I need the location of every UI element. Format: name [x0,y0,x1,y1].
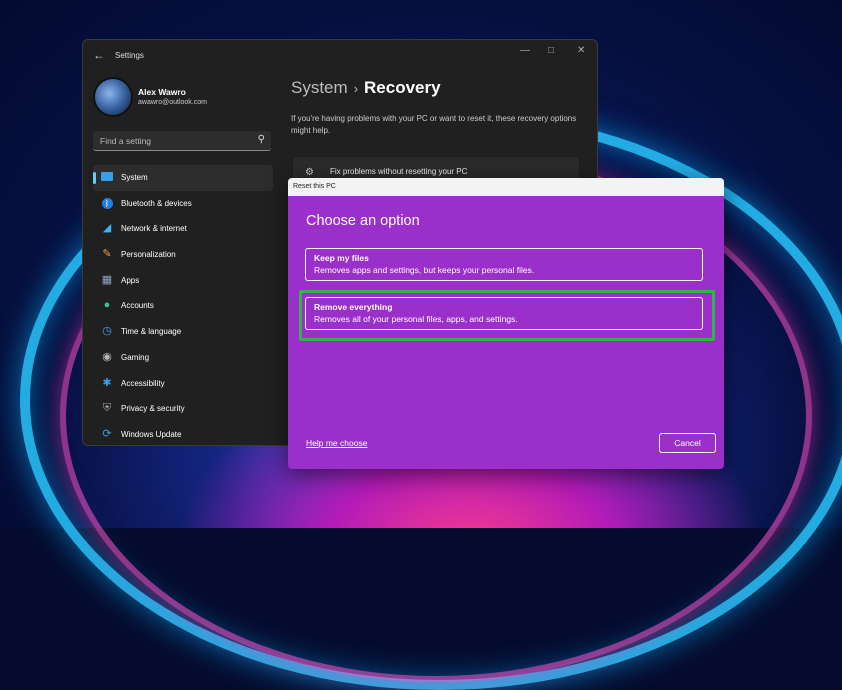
page-description: If you're having problems with your PC o… [291,114,577,135]
sidebar-item-label: Accounts [121,301,154,311]
avatar[interactable] [93,77,133,117]
globe-clock-icon: ◷ [102,325,112,338]
option-title: Remove everything [314,302,393,312]
sidebar-item-label: Bluetooth & devices [121,198,192,208]
sidebar-item-label: Network & internet [121,224,187,234]
user-email: awawro@outlook.com [138,99,207,106]
search-placeholder: Find a setting [100,136,152,146]
close-icon[interactable]: ✕ [577,45,585,56]
sidebar-item-label: Privacy & security [121,404,185,414]
keep-my-files-option[interactable]: Keep my files Removes apps and settings,… [305,248,703,281]
page-title: Recovery [364,78,441,97]
breadcrumb: System › Recovery [291,78,441,98]
sidebar-item-system[interactable]: System [93,165,273,191]
wrench-icon: ⚙ [305,167,314,178]
sidebar-item-accessibility[interactable]: ✱ Accessibility [93,371,273,397]
back-arrow-icon[interactable]: ← [93,48,105,62]
sidebar-item-time-language[interactable]: ◷ Time & language [93,319,273,345]
sidebar-item-label: Accessibility [121,378,165,388]
apps-icon: ▦ [101,273,113,286]
shield-icon: ⛨ [102,402,112,415]
option-subtitle: Removes apps and settings, but keeps you… [314,265,535,275]
sidebar-item-personalization[interactable]: ✎ Personalization [93,242,273,268]
gamepad-icon: ◉ [102,350,112,363]
sidebar-item-bluetooth[interactable]: ᛒ Bluetooth & devices [93,191,273,217]
sidebar-item-label: Time & language [121,327,182,337]
sidebar-item-label: Windows Update [121,429,182,439]
update-icon: ⟳ [102,427,112,440]
dialog-heading: Choose an option [306,213,420,229]
dialog-title-bar: Reset this PC [288,178,724,196]
sidebar-item-windows-update[interactable]: ⟳ Windows Update [93,422,273,445]
sidebar-item-label: Apps [121,275,140,285]
sidebar-item-privacy[interactable]: ⛨ Privacy & security [93,396,273,422]
monitor-icon [101,172,113,184]
option-subtitle: Removes all of your personal files, apps… [314,314,518,324]
minimize-icon[interactable]: — [520,45,530,56]
search-icon: ⚲ [257,134,265,145]
app-title: Settings [115,51,144,60]
breadcrumb-parent[interactable]: System [291,78,348,97]
title-bar: ← Settings — □ ✕ [83,40,597,70]
cancel-button[interactable]: Cancel [659,433,716,453]
sidebar-item-gaming[interactable]: ◉ Gaming [93,345,273,371]
brush-icon: ✎ [102,248,112,261]
option-title: Keep my files [314,253,369,263]
remove-everything-option[interactable]: Remove everything Removes all of your pe… [305,297,703,330]
maximize-icon[interactable]: □ [548,45,554,56]
sidebar-item-accounts[interactable]: ● Accounts [93,293,273,319]
sidebar-item-apps[interactable]: ▦ Apps [93,268,273,294]
bluetooth-icon: ᛒ [101,197,113,209]
help-me-choose-link[interactable]: Help me choose [306,438,367,448]
person-icon: ● [103,299,111,312]
card-title: Fix problems without resetting your PC [330,167,468,176]
sidebar-item-network[interactable]: ◢ Network & internet [93,216,273,242]
accessibility-icon: ✱ [102,376,112,389]
sidebar-item-label: System [121,173,148,182]
dialog-title: Reset this PC [293,183,336,190]
sidebar-item-label: Gaming [121,352,150,362]
sidebar-nav: System ᛒ Bluetooth & devices ◢ Network &… [93,165,273,445]
reset-pc-dialog: Reset this PC Choose an option Keep my f… [288,178,724,469]
wifi-icon: ◢ [102,222,112,235]
chevron-right-icon: › [353,81,359,96]
sidebar-item-label: Personalization [121,250,176,260]
user-name: Alex Wawro [138,87,186,97]
search-input[interactable]: Find a setting ⚲ [93,131,271,151]
